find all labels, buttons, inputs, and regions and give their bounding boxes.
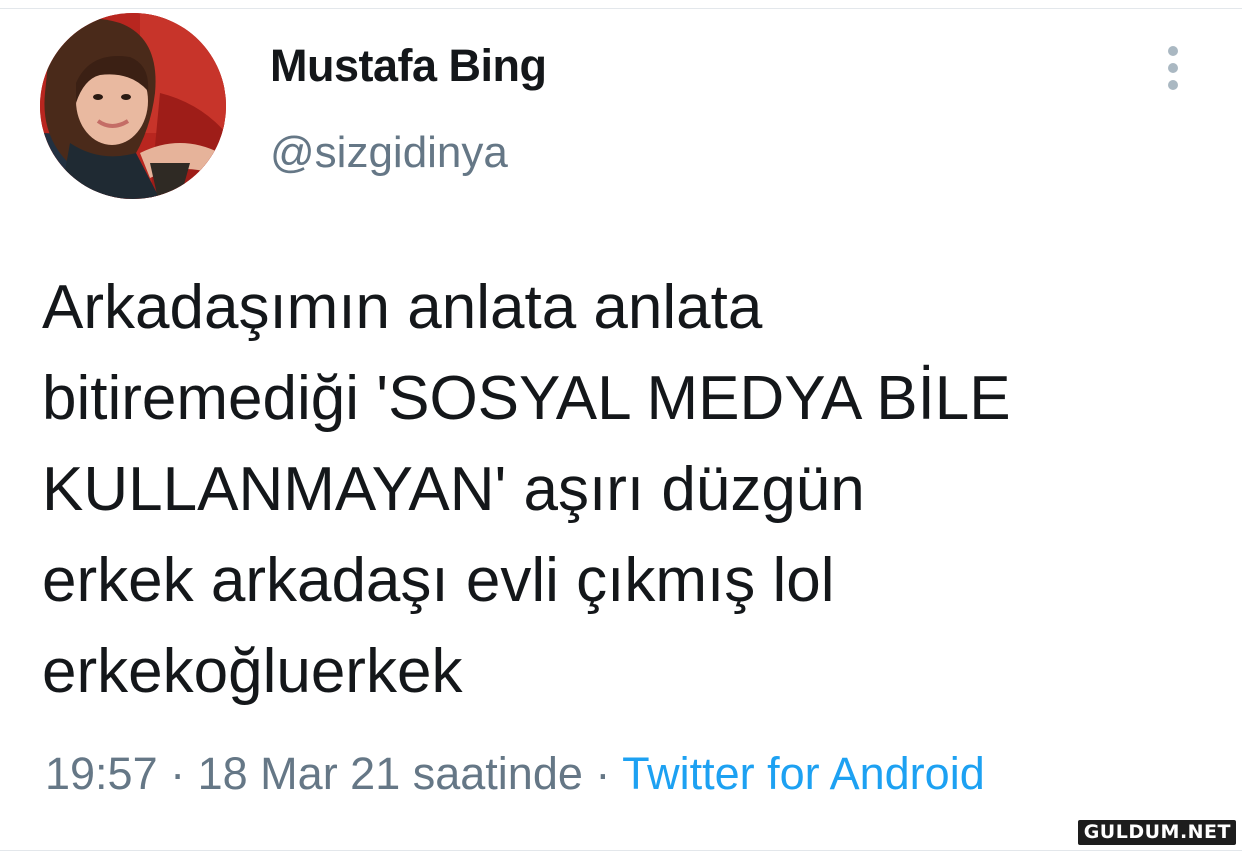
more-vertical-icon-dot: [1168, 63, 1178, 73]
display-name[interactable]: Mustafa Bing: [270, 40, 547, 92]
tweet-text-line: KULLANMAYAN' aşırı düzgün: [42, 455, 865, 524]
more-vertical-icon: [1168, 46, 1178, 56]
watermark: GULDUM.NET: [1077, 820, 1236, 845]
tweet-text-line: erkekoğluerkek: [42, 637, 463, 706]
tweet-date[interactable]: 18 Mar 21 saatinde: [198, 748, 583, 799]
tweet-text-line: bitiremediği 'SOSYAL MEDYA BİLE: [42, 364, 1011, 433]
more-options-button[interactable]: [1156, 40, 1190, 96]
meta-separator: ·: [582, 748, 623, 799]
tweet-text-line: Arkadaşımın anlata anlata: [42, 273, 763, 342]
user-handle[interactable]: @sizgidinya: [270, 128, 508, 178]
avatar[interactable]: [40, 13, 226, 199]
profile-photo: [40, 13, 226, 199]
tweet-metadata: 19:57 · 18 Mar 21 saatinde · Twitter for…: [45, 748, 985, 800]
more-vertical-icon-dot: [1168, 80, 1178, 90]
tweet-text-line: erkek arkadaşı evli çıkmış lol: [42, 546, 835, 615]
tweet-text: Arkadaşımın anlata anlata bitiremediği '…: [42, 262, 1222, 717]
tweet-time[interactable]: 19:57: [45, 748, 158, 799]
tweet-source-link[interactable]: Twitter for Android: [622, 748, 985, 799]
meta-separator: ·: [157, 748, 198, 799]
top-divider: [0, 8, 1242, 9]
